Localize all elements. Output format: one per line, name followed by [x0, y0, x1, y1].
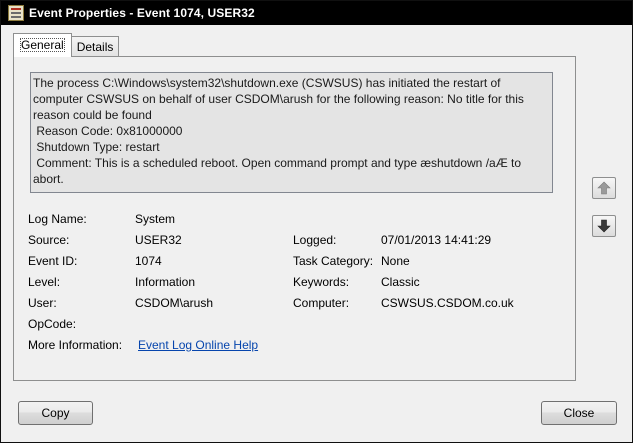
computer-label: Computer:: [293, 296, 350, 310]
tab-details[interactable]: Details: [70, 36, 120, 57]
task-category-value[interactable]: None: [381, 254, 410, 268]
next-event-button[interactable]: [592, 215, 616, 237]
tab-details-label: Details: [76, 40, 114, 54]
level-label: Level:: [28, 275, 61, 289]
arrow-down-icon: [597, 219, 611, 233]
general-tab-panel: The process C:\Windows\system32\shutdown…: [13, 56, 576, 381]
title-bar[interactable]: Event Properties - Event 1074, USER32: [1, 1, 632, 25]
more-information-label: More Information:: [28, 338, 123, 352]
logged-label: Logged:: [293, 233, 337, 247]
computer-value[interactable]: CSWSUS.CSDOM.co.uk: [381, 296, 514, 310]
window-title: Event Properties - Event 1074, USER32: [29, 6, 255, 20]
event-properties-window: Event Properties - Event 1074, USER32 Ge…: [0, 0, 633, 443]
tab-general[interactable]: General: [13, 33, 72, 57]
event-log-online-help-link[interactable]: Event Log Online Help: [138, 338, 258, 352]
log-name-value[interactable]: System: [135, 212, 175, 226]
tab-strip: General Details: [13, 33, 120, 57]
user-value[interactable]: CSDOM\arush: [135, 296, 213, 310]
dialog-client-area: General Details The process C:\Windows\s…: [4, 25, 629, 441]
task-category-label: Task Category:: [293, 254, 374, 268]
close-button[interactable]: Close: [541, 401, 617, 425]
opcode-label: OpCode:: [28, 317, 77, 331]
event-id-value[interactable]: 1074: [135, 254, 162, 268]
log-name-label: Log Name:: [28, 212, 87, 226]
source-value[interactable]: USER32: [135, 233, 182, 247]
arrow-up-icon: [597, 181, 611, 195]
previous-event-button[interactable]: [592, 177, 616, 199]
level-value[interactable]: Information: [135, 275, 195, 289]
logged-value[interactable]: 07/01/2013 14:41:29: [381, 233, 491, 247]
source-label: Source:: [28, 233, 70, 247]
user-label: User:: [28, 296, 57, 310]
copy-button[interactable]: Copy: [18, 401, 93, 425]
event-viewer-icon: [8, 5, 24, 21]
event-description-text[interactable]: The process C:\Windows\system32\shutdown…: [30, 72, 553, 193]
keywords-value[interactable]: Classic: [381, 275, 420, 289]
keywords-label: Keywords:: [293, 275, 350, 289]
tab-general-label: General: [20, 38, 65, 52]
event-id-label: Event ID:: [28, 254, 78, 268]
